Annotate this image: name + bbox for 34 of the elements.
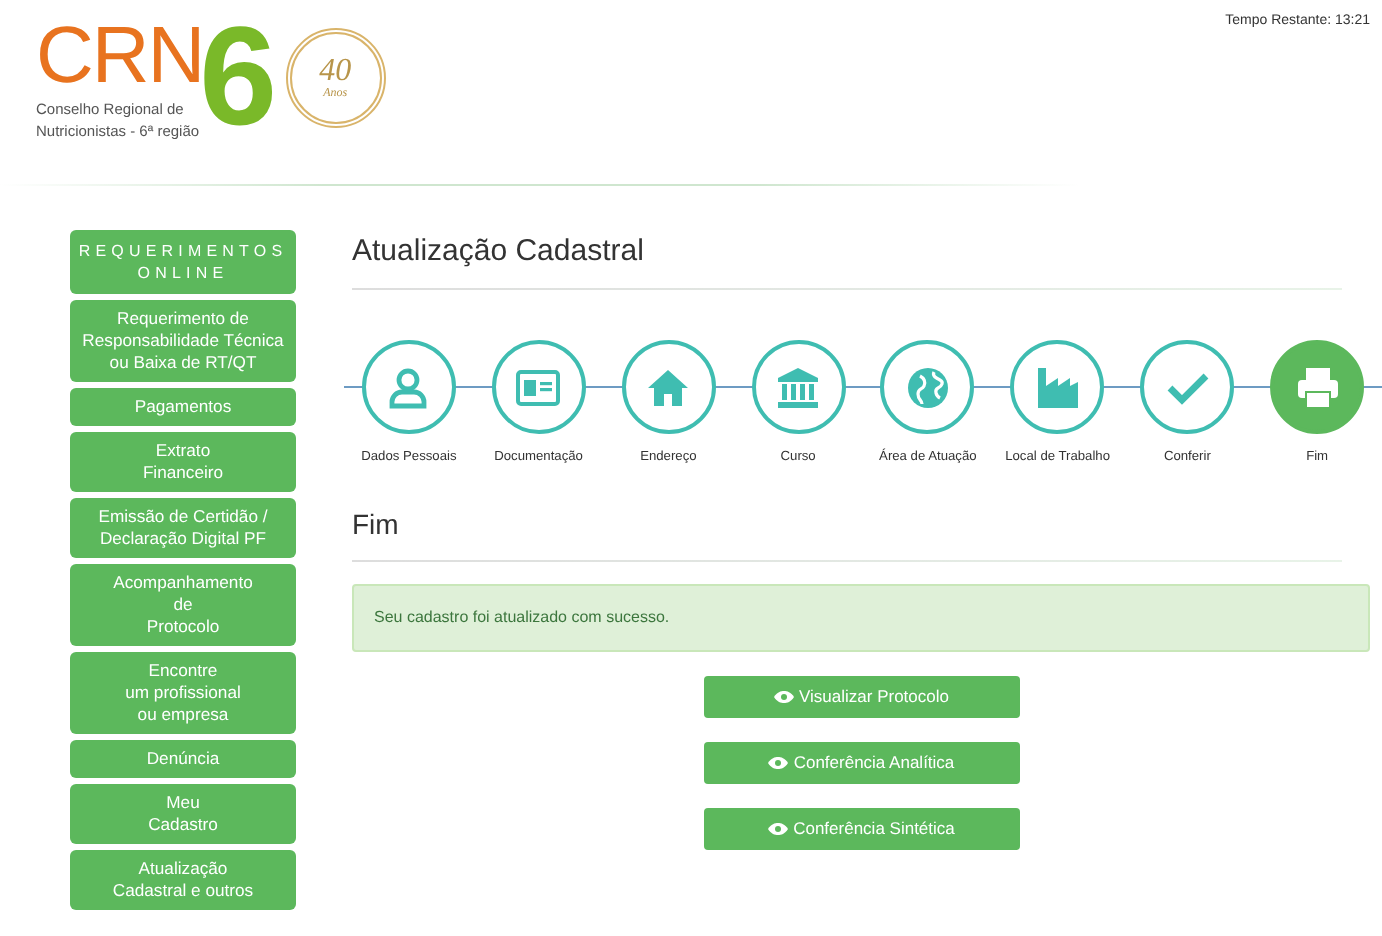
globe-icon bbox=[903, 363, 952, 411]
success-alert: Seu cadastro foi atualizado com sucesso. bbox=[352, 583, 1370, 652]
action-button[interactable]: Conferência Sintética bbox=[703, 807, 1019, 850]
sidebar-item[interactable]: Extrato Financeiro bbox=[70, 432, 296, 492]
step-circle[interactable] bbox=[1010, 340, 1105, 434]
step-circle[interactable] bbox=[1140, 340, 1235, 434]
sidebar-title: REQUERIMENTOS ONLINE bbox=[70, 230, 296, 294]
sidebar-item[interactable]: Meu Cadastro bbox=[70, 784, 296, 844]
sidebar-item[interactable]: Emissão de Certidão / Declaração Digital PF bbox=[70, 498, 296, 558]
bank-building-icon bbox=[774, 363, 823, 411]
step-circle[interactable] bbox=[880, 340, 975, 434]
eye-icon bbox=[767, 755, 788, 770]
logo-letters: CRN bbox=[36, 16, 204, 96]
sidebar-item[interactable]: Atualização Cadastral e outros bbox=[70, 850, 296, 910]
step-circle[interactable] bbox=[751, 340, 846, 434]
action-button[interactable]: Visualizar Protocolo bbox=[703, 675, 1019, 718]
action-button[interactable]: Conferência Analítica bbox=[703, 741, 1019, 784]
step-circle[interactable] bbox=[621, 340, 716, 434]
sidebar-item[interactable]: Denúncia bbox=[70, 740, 296, 778]
factory-icon bbox=[1033, 363, 1082, 411]
sidebar-item[interactable]: Requerimento de Responsabilidade Técnica ou Baixa de RT/QT bbox=[70, 300, 296, 382]
step-circle[interactable] bbox=[361, 340, 456, 434]
step-circle[interactable] bbox=[491, 340, 586, 434]
sidebar-item[interactable]: Acompanhamento de Protocolo bbox=[70, 564, 296, 646]
sidebar-item[interactable]: Encontre um profissional ou empresa bbox=[70, 652, 296, 734]
logo-digit: 6 bbox=[199, 16, 278, 136]
eye-icon bbox=[773, 689, 794, 704]
page-title: Atualização Cadastral bbox=[352, 232, 646, 270]
printer-icon bbox=[1293, 363, 1342, 411]
step-circle[interactable] bbox=[1270, 340, 1365, 434]
sidebar-item[interactable]: Pagamentos bbox=[70, 388, 296, 426]
section-title: Fim bbox=[352, 507, 401, 542]
eye-icon bbox=[767, 821, 788, 836]
seal-number: 40 bbox=[319, 55, 352, 87]
